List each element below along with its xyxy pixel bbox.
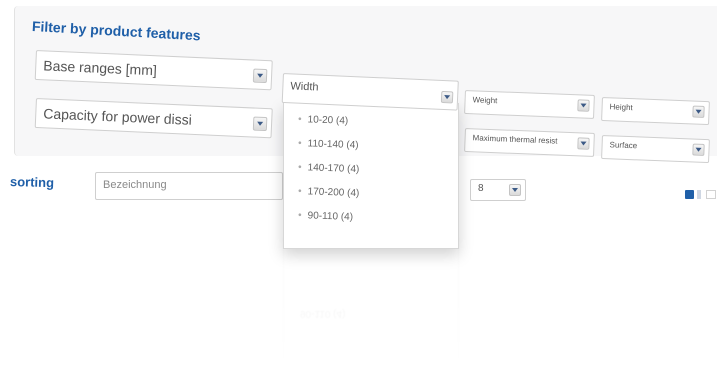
- per-page-value: 8: [478, 183, 484, 194]
- sorting-select[interactable]: Bezeichnung: [95, 172, 283, 200]
- capacity-value: Capacity for power dissi: [42, 105, 193, 128]
- bullet-icon: •: [297, 114, 302, 126]
- chevron-down-icon[interactable]: [252, 68, 268, 84]
- bullet-icon: •: [297, 162, 302, 174]
- bullet-icon: •: [297, 186, 302, 198]
- bullet-icon: •: [297, 210, 302, 222]
- chevron-down-icon[interactable]: [509, 184, 521, 196]
- sorting-label: sorting: [9, 174, 55, 191]
- surface-select[interactable]: Surface: [601, 135, 710, 164]
- list-view-icon[interactable]: [706, 190, 716, 199]
- thermal-value: Maximum thermal resist: [472, 133, 558, 146]
- filter-stage: Filter by product features Base ranges […: [0, 0, 717, 372]
- width-option-label: 140-170 (4): [307, 162, 360, 176]
- chevron-down-icon[interactable]: [577, 137, 590, 150]
- reflected-dropdown: [283, 238, 459, 359]
- width-option-label: 10-20 (4): [307, 114, 349, 127]
- reflection-fade: [0, 230, 717, 372]
- chevron-down-icon[interactable]: [692, 143, 705, 156]
- width-dropdown-list: • 10-20 (4) • 110-140 (4) • 140-170 (4) • 17…: [283, 103, 459, 249]
- reflection: 90-110 (4): [0, 228, 717, 372]
- base-ranges-value: Base ranges [mm]: [42, 57, 158, 79]
- height-select[interactable]: Height: [601, 97, 710, 126]
- thermal-select[interactable]: Maximum thermal resist: [464, 128, 595, 157]
- sorting-value: Bezeichnung: [103, 179, 167, 191]
- weight-select[interactable]: Weight: [464, 90, 595, 119]
- per-page-select[interactable]: 8: [470, 179, 526, 201]
- view-separator: [697, 190, 701, 199]
- reflected-text: 90-110 (4): [300, 308, 346, 319]
- bullet-icon: •: [297, 138, 302, 150]
- chevron-down-icon[interactable]: [692, 105, 705, 118]
- chevron-down-icon[interactable]: [440, 90, 454, 104]
- width-value: Width: [290, 80, 319, 94]
- width-option-label: 90-110 (4): [307, 210, 354, 223]
- chevron-down-icon[interactable]: [577, 99, 590, 112]
- width-option-label: 170-200 (4): [307, 186, 360, 200]
- weight-value: Weight: [472, 95, 498, 106]
- chevron-down-icon[interactable]: [252, 116, 268, 132]
- grid-view-icon[interactable]: [685, 190, 694, 199]
- width-option-label: 110-140 (4): [307, 138, 359, 152]
- width-option[interactable]: • 90-110 (4): [298, 207, 459, 237]
